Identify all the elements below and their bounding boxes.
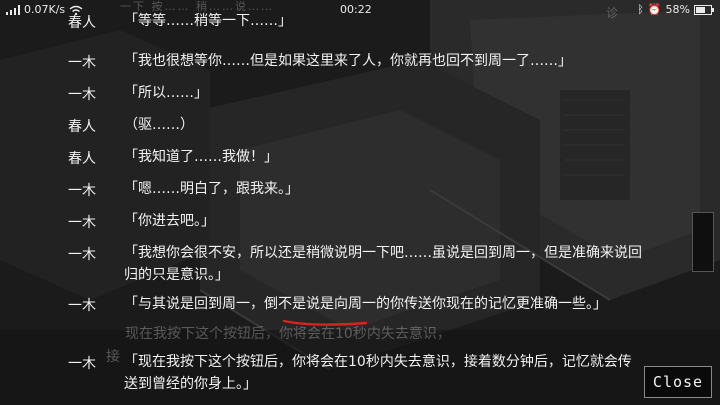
status-right: ᛒ ⏰ 58% [637,3,714,16]
speaker-name: 春人 [68,119,96,135]
signal-icon [6,4,20,15]
battery-percent: 58% [665,3,690,16]
battery-icon [694,4,714,15]
bluetooth-icon: ᛒ [637,3,644,16]
ghost-text-fragment: 接 [106,349,120,365]
wifi-icon [69,5,83,15]
status-bar: 0.07K/s 00:22 ᛒ ⏰ 58% [0,0,720,20]
red-underline-annotation [282,319,368,326]
speaker-name: 一木 [68,356,96,372]
dialogue-text: 「我想你会很不安，所以还是稍微说明一下吧……虽说是回到周一，但是准确来说回归的只… [124,245,642,283]
dialogue-text: 「我也很想等你……但是如果这里来了人，你就再也回不到周一了……」 [124,53,572,69]
speaker-name: 一木 [68,215,96,231]
close-button[interactable]: Close [644,366,712,398]
dialogue-text: 「现在我按下这个按钮后，你将会在10秒内失去意识，接着数分钟后，记忆就会传送到曾… [124,354,632,392]
dialogue-text: （驱……） [124,117,194,133]
side-menu-tab[interactable] [692,212,714,272]
speaker-name: 一木 [68,55,96,71]
dialogue-text: 「所以……」 [124,85,208,101]
network-speed: 0.07K/s [24,3,66,16]
alarm-icon: ⏰ [647,3,662,16]
speaker-name: 春人 [68,151,96,167]
dialogue-text: 「与其说是回到周一，倒不是说是向周一的你传送你现在的记忆更准确一些。」 [124,296,607,312]
dialogue-text: 「嗯……明白了，跟我来。」 [124,181,299,197]
dialogue-text: 「你进去吧。」 [124,213,215,229]
speaker-name: 一木 [68,87,96,103]
speaker-name: 一木 [68,247,96,263]
dialogue-text: 「我知道了……我做！」 [124,149,278,165]
clock: 00:22 [340,3,372,16]
speaker-name: 一木 [68,298,96,314]
speaker-name: 一木 [68,183,96,199]
status-left: 0.07K/s [6,3,83,16]
